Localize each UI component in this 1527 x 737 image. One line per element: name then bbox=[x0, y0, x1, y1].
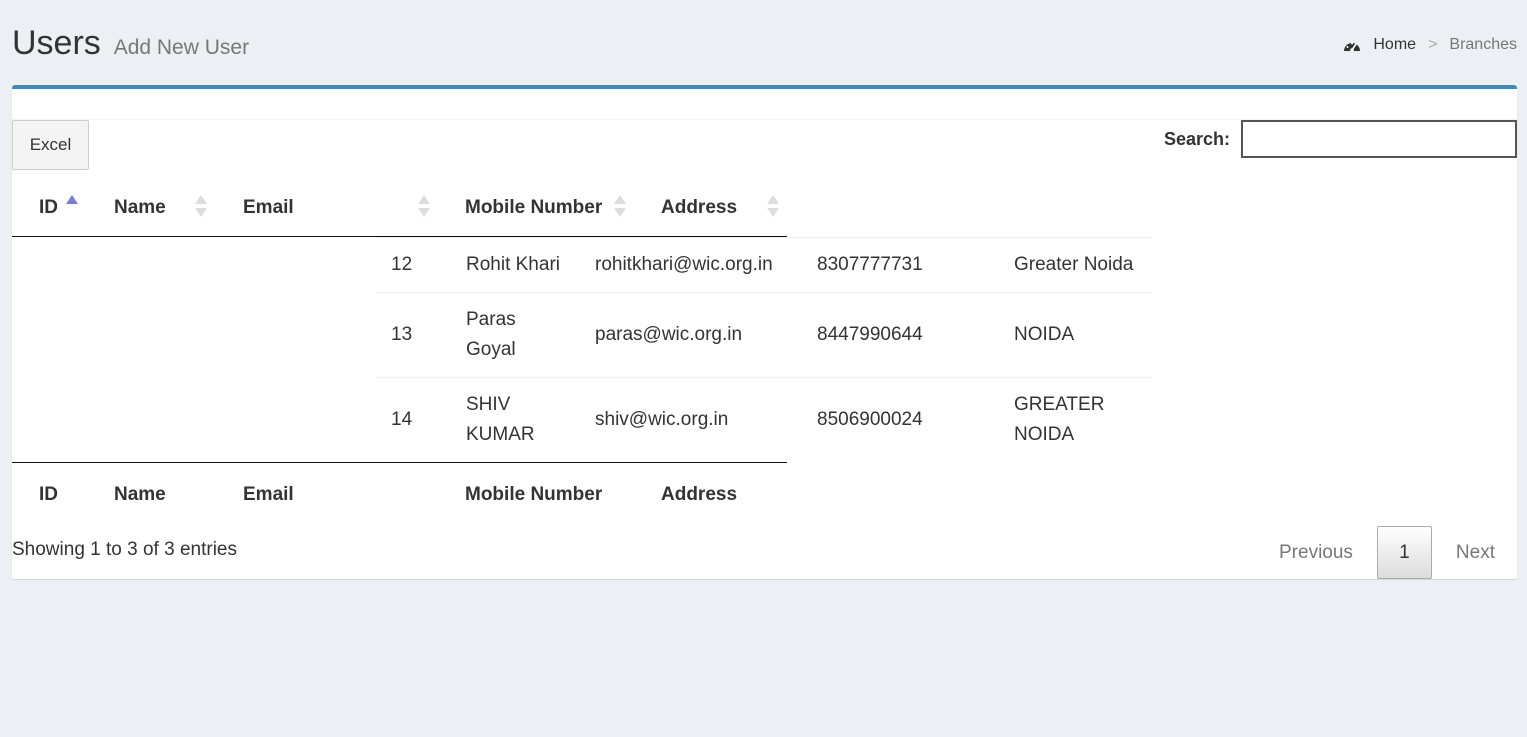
table-cell-mobile: 8506900024 bbox=[817, 409, 923, 430]
table-cell-address: Greater Noida bbox=[1014, 254, 1134, 275]
table-footer-border bbox=[12, 462, 787, 463]
table-info: Showing 1 to 3 of 3 entries bbox=[12, 539, 237, 560]
table-cell-email: shiv@wic.org.in bbox=[595, 409, 729, 430]
page-subtitle: Add New User bbox=[113, 36, 250, 59]
table-cell-mobile: 8447990644 bbox=[817, 324, 923, 345]
table-cell-email: paras@wic.org.in bbox=[595, 324, 743, 345]
page-title-text: Users bbox=[12, 24, 101, 62]
column-header-name[interactable]: Name bbox=[114, 197, 166, 219]
table-cell-name: SHIV KUMAR bbox=[466, 394, 535, 445]
table-cell-email: rohitkhari@wic.org.in bbox=[595, 254, 773, 275]
row-divider bbox=[376, 377, 1152, 378]
column-header-id[interactable]: ID bbox=[39, 197, 58, 219]
breadcrumb-home-link[interactable]: Home bbox=[1373, 36, 1416, 54]
breadcrumb-current: Branches bbox=[1449, 36, 1517, 53]
breadcrumb-separator: > bbox=[1428, 36, 1438, 53]
column-header-email[interactable]: Email bbox=[243, 197, 294, 219]
pagination: Previous 1 Next bbox=[1255, 526, 1517, 579]
dashboard-icon bbox=[1343, 38, 1361, 52]
footer-column-address: Address bbox=[661, 484, 738, 505]
pagination-previous[interactable]: Previous bbox=[1255, 542, 1377, 564]
footer-column-email: Email bbox=[243, 484, 294, 505]
column-header-mobile-number[interactable]: Mobile Number bbox=[465, 197, 602, 219]
search-label: Search: bbox=[1163, 129, 1230, 149]
users-table-box: Excel Search: ID Name Email Mobile Numbe… bbox=[12, 85, 1517, 579]
table-cell-name: Paras Goyal bbox=[466, 309, 516, 360]
row-divider bbox=[376, 292, 1152, 293]
page-title: Users Add New User bbox=[12, 24, 249, 63]
search-input[interactable] bbox=[1241, 120, 1517, 158]
excel-export-button[interactable]: Excel bbox=[12, 120, 89, 170]
row-divider bbox=[376, 237, 1152, 238]
pagination-next[interactable]: Next bbox=[1432, 542, 1517, 564]
footer-column-id: ID bbox=[39, 484, 58, 505]
sort-icon[interactable] bbox=[195, 195, 207, 219]
sort-ascending-icon[interactable] bbox=[66, 195, 78, 219]
sort-icon[interactable] bbox=[418, 195, 430, 219]
footer-column-mobile-number: Mobile Number bbox=[465, 484, 603, 505]
sort-icon[interactable] bbox=[767, 195, 779, 219]
sort-icon[interactable] bbox=[614, 195, 626, 219]
table-cell-name: Rohit Khari bbox=[466, 254, 560, 275]
table-cell-id: 14 bbox=[391, 409, 413, 430]
table-cell-address: NOIDA bbox=[1014, 324, 1075, 345]
footer-column-name: Name bbox=[114, 484, 166, 505]
pagination-page-1[interactable]: 1 bbox=[1376, 526, 1432, 579]
table-cell-mobile: 8307777731 bbox=[817, 254, 923, 275]
breadcrumb: Home > Branches bbox=[1343, 36, 1517, 54]
table-cell-id: 13 bbox=[391, 324, 413, 345]
table-cell-id: 12 bbox=[391, 254, 413, 275]
table-cell-address: GREATER NOIDA bbox=[1014, 394, 1105, 445]
column-header-address[interactable]: Address bbox=[661, 197, 737, 219]
